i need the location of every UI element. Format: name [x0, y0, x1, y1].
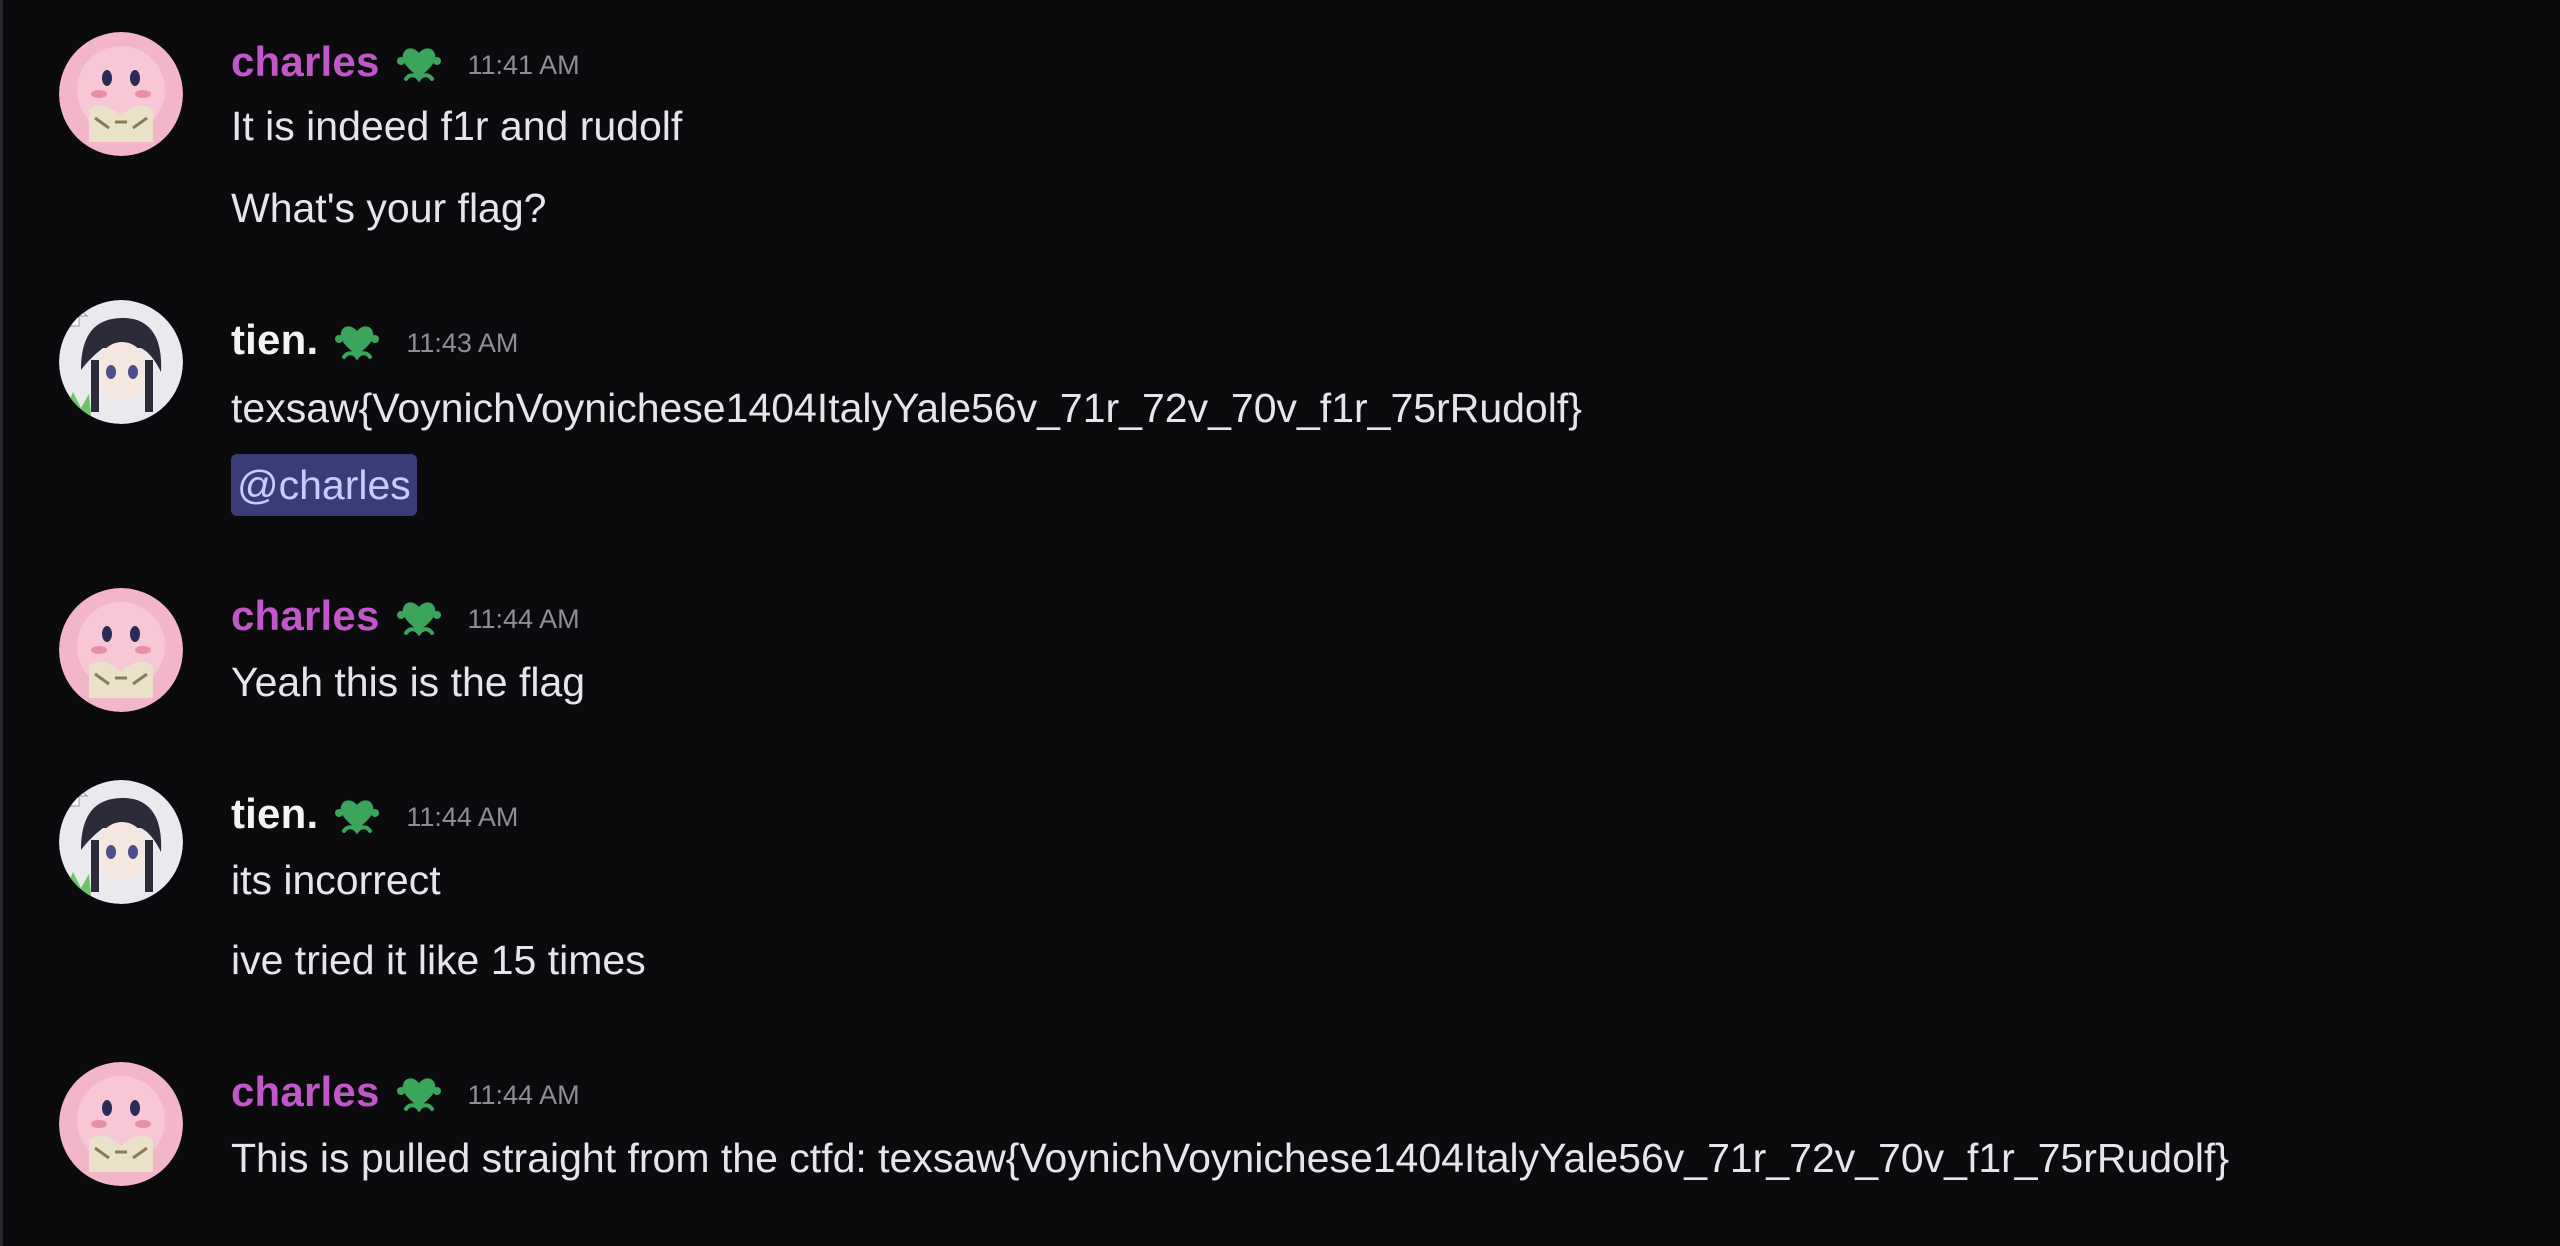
- timestamp[interactable]: 11:44 AM: [468, 1080, 580, 1111]
- message-mention-line: @charles: [231, 454, 417, 516]
- message-text: It is indeed f1r and rudolf: [231, 103, 683, 149]
- message-header: charles 11:44 AM: [231, 1062, 580, 1122]
- avatar[interactable]: [59, 300, 183, 424]
- username[interactable]: charles: [231, 38, 380, 86]
- message-header: tien. 11:44 AM: [231, 784, 518, 844]
- message-text: Yeah this is the flag: [231, 659, 586, 705]
- avatar[interactable]: [59, 32, 183, 156]
- green-heart-badge-icon[interactable]: [330, 787, 384, 841]
- username[interactable]: charles: [231, 1068, 380, 1116]
- green-heart-badge-icon[interactable]: [330, 313, 384, 367]
- tien-avatar-icon: [59, 300, 183, 424]
- message-text: its incorrect: [231, 857, 441, 903]
- user-mention[interactable]: @charles: [231, 454, 417, 516]
- green-heart-badge-icon[interactable]: [392, 35, 446, 89]
- username[interactable]: tien.: [231, 790, 318, 838]
- green-heart-badge-icon[interactable]: [392, 1065, 446, 1119]
- charles-avatar-icon: [59, 588, 183, 712]
- username[interactable]: charles: [231, 592, 380, 640]
- avatar[interactable]: [59, 780, 183, 904]
- message-text: ive tried it like 15 times: [231, 937, 646, 983]
- timestamp[interactable]: 11:44 AM: [468, 604, 580, 635]
- chat-message-list: charles 11:41 AM It is indeed f1r and ru…: [0, 0, 2560, 1246]
- avatar[interactable]: [59, 588, 183, 712]
- message-text: texsaw{VoynichVoynichese1404ItalyYale56v…: [231, 385, 1582, 431]
- timestamp[interactable]: 11:41 AM: [468, 50, 580, 81]
- username[interactable]: tien.: [231, 316, 318, 364]
- message-header: tien. 11:43 AM: [231, 310, 518, 370]
- timestamp[interactable]: 11:44 AM: [406, 802, 518, 833]
- message-text: What's your flag?: [231, 185, 547, 231]
- message-text: This is pulled straight from the ctfd: t…: [231, 1135, 2230, 1181]
- tien-avatar-icon: [59, 780, 183, 904]
- avatar[interactable]: [59, 1062, 183, 1186]
- message-header: charles 11:44 AM: [231, 586, 580, 646]
- charles-avatar-icon: [59, 32, 183, 156]
- message-header: charles 11:41 AM: [231, 32, 580, 92]
- charles-avatar-icon: [59, 1062, 183, 1186]
- timestamp[interactable]: 11:43 AM: [406, 328, 518, 359]
- green-heart-badge-icon[interactable]: [392, 589, 446, 643]
